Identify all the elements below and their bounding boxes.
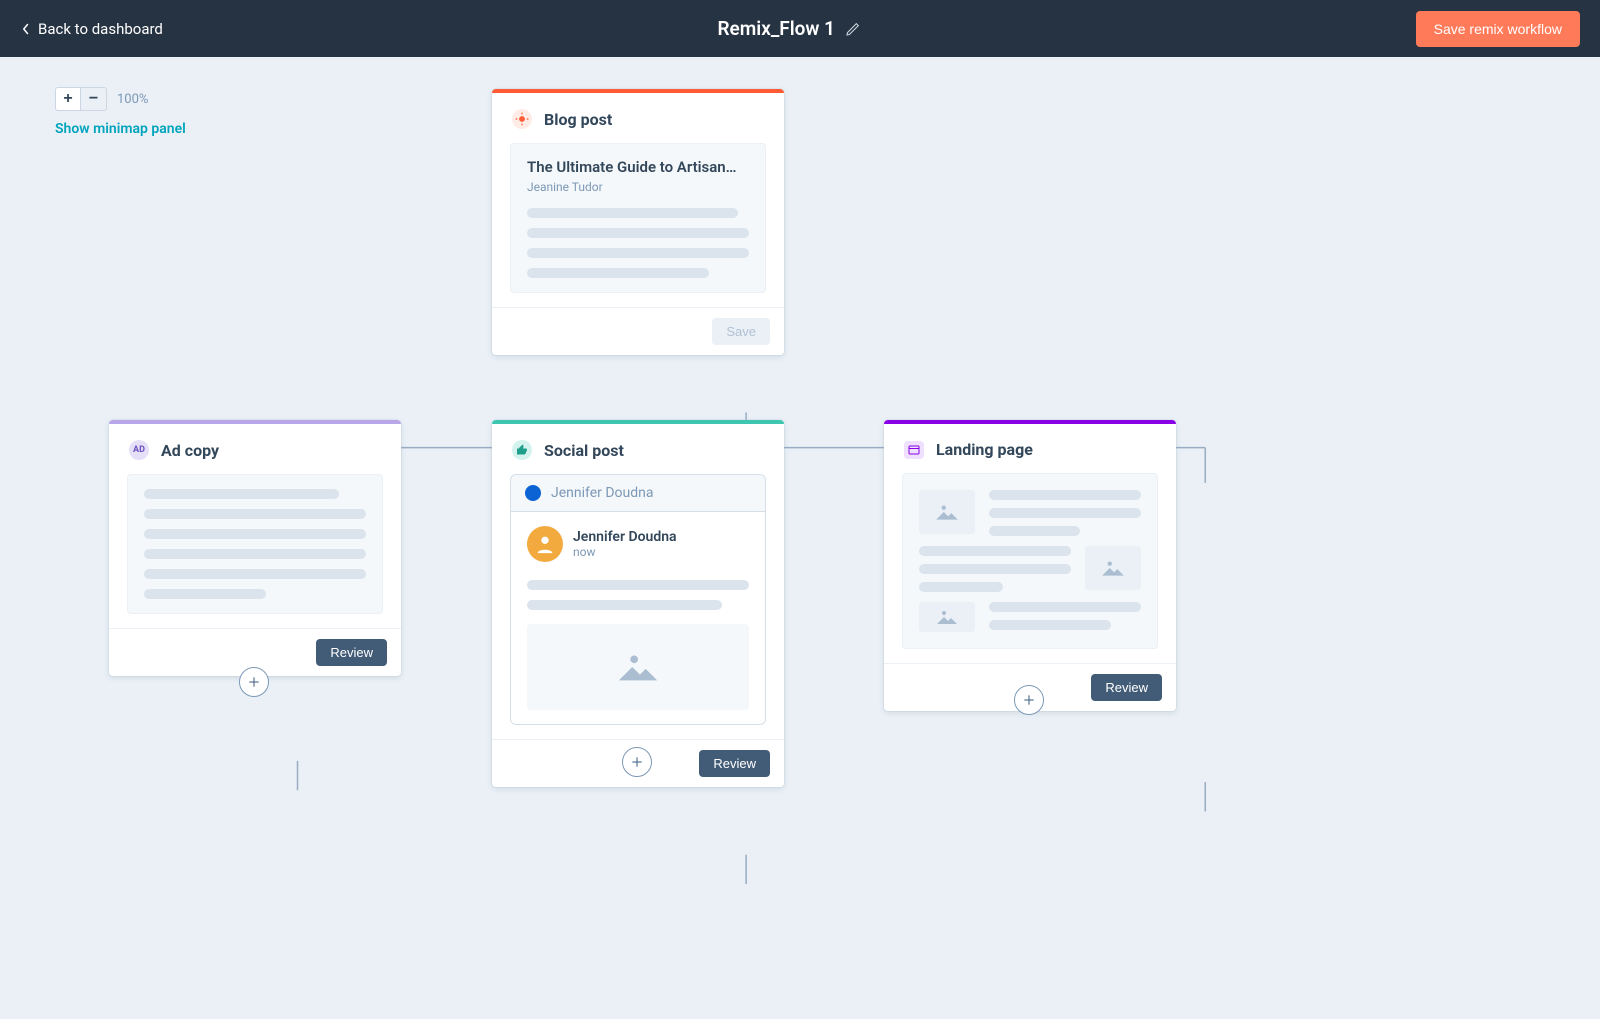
node-type-label: Social post <box>544 441 624 460</box>
back-to-dashboard-link[interactable]: Back to dashboard <box>20 20 163 38</box>
network-dot-icon <box>525 485 541 501</box>
node-landing-page[interactable]: Landing page Review <box>884 420 1176 711</box>
node-social-post[interactable]: Social post Jennifer Doudna Jennifer Dou… <box>492 420 784 787</box>
blog-save-button: Save <box>712 318 770 345</box>
zoom-level-label: 100% <box>117 92 148 107</box>
ad-review-button[interactable]: Review <box>316 639 387 666</box>
blog-preview-title: The Ultimate Guide to Artisan… <box>527 158 749 176</box>
landing-preview <box>902 473 1158 649</box>
social-user-name: Jennifer Doudna <box>573 529 677 545</box>
ad-preview <box>127 474 383 614</box>
add-node-button-landing[interactable] <box>1014 685 1044 715</box>
landing-review-button[interactable]: Review <box>1091 674 1162 701</box>
blog-preview-author: Jeanine Tudor <box>527 180 749 194</box>
blog-icon <box>512 109 532 129</box>
social-icon <box>512 440 532 460</box>
social-review-button[interactable]: Review <box>699 750 770 777</box>
node-type-label: Ad copy <box>161 441 219 460</box>
image-placeholder <box>527 624 749 710</box>
back-label: Back to dashboard <box>38 20 163 38</box>
social-compose-name: Jennifer Doudna <box>551 485 654 501</box>
top-bar: Back to dashboard Remix_Flow 1 Save remi… <box>0 0 1600 57</box>
social-time-label: now <box>573 545 677 559</box>
add-node-button-social[interactable] <box>622 747 652 777</box>
show-minimap-link[interactable]: Show minimap panel <box>55 121 186 137</box>
node-type-label: Blog post <box>544 110 612 129</box>
node-blog-post[interactable]: Blog post The Ultimate Guide to Artisan…… <box>492 89 784 355</box>
workflow-title-wrap: Remix_Flow 1 <box>717 17 861 40</box>
ad-icon: AD <box>129 440 149 460</box>
workflow-canvas[interactable]: + − 100% Show minimap panel <box>0 57 1600 1019</box>
avatar <box>527 526 563 562</box>
chevron-left-icon <box>20 23 32 35</box>
landing-page-icon <box>904 441 924 459</box>
zoom-out-button[interactable]: − <box>81 87 107 111</box>
blog-preview: The Ultimate Guide to Artisan… Jeanine T… <box>510 143 766 293</box>
edit-title-icon[interactable] <box>845 21 861 37</box>
social-compose-bar[interactable]: Jennifer Doudna <box>510 474 766 512</box>
add-node-button-ad[interactable] <box>239 667 269 697</box>
node-type-label: Landing page <box>936 440 1033 459</box>
social-card: Jennifer Doudna now <box>510 512 766 725</box>
zoom-in-button[interactable]: + <box>55 87 81 111</box>
save-workflow-button[interactable]: Save remix workflow <box>1416 11 1580 47</box>
workflow-title: Remix_Flow 1 <box>717 17 835 40</box>
node-ad-copy[interactable]: AD Ad copy Review <box>109 420 401 676</box>
zoom-controls: + − 100% Show minimap panel <box>55 87 186 137</box>
